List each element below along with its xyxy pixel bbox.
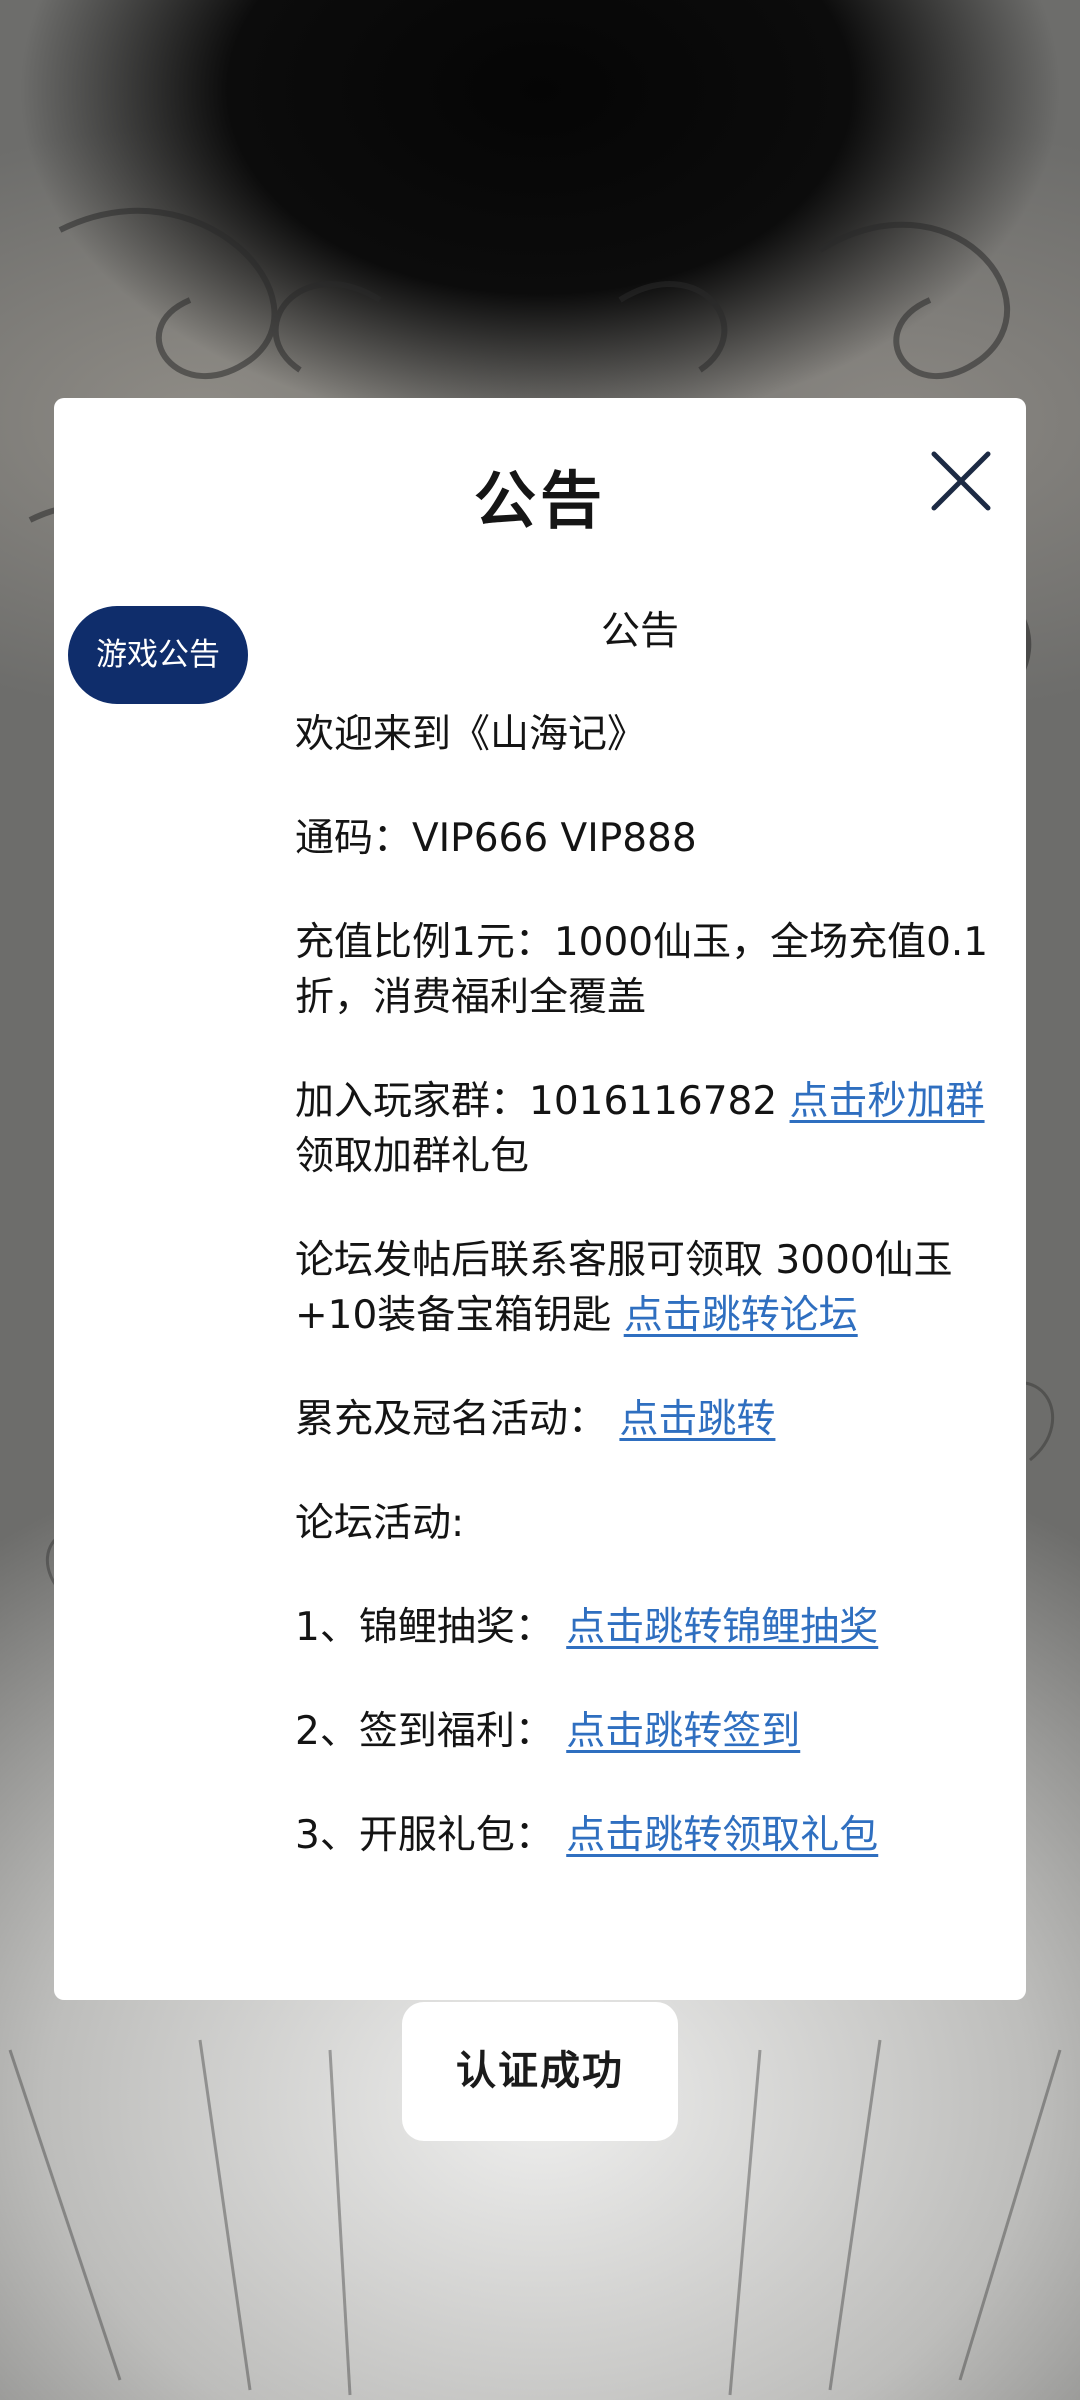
group-suffix: 领取加群礼包 — [295, 1134, 530, 1179]
close-button[interactable] — [928, 448, 994, 514]
announcement-content: 公告 欢迎来到《山海记》 通码：VIP666 VIP888 充值比例1元：100… — [295, 604, 995, 1912]
list-item: 3、开服礼包： 点击跳转领取礼包 — [295, 1808, 995, 1863]
item1-text: 1、锦鲤抽奖： — [295, 1605, 567, 1650]
toast-verification-success: 认证成功 — [402, 2002, 678, 2141]
content-heading: 公告 — [600, 609, 679, 654]
close-icon — [931, 451, 991, 511]
item3-text: 3、开服礼包： — [295, 1813, 567, 1858]
item2-text: 2、签到福利： — [295, 1709, 567, 1754]
event-link[interactable]: 点击跳转 — [619, 1397, 775, 1442]
signin-link[interactable]: 点击跳转签到 — [566, 1709, 800, 1754]
codes-line: 通码：VIP666 VIP888 — [295, 816, 697, 861]
tab-game-announcement[interactable]: 游戏公告 — [68, 606, 248, 704]
welcome-line: 欢迎来到《山海记》 — [295, 712, 647, 757]
gift-pack-link[interactable]: 点击跳转领取礼包 — [566, 1813, 878, 1858]
forum-line: 论坛发帖后联系客服可领取 3000仙玉+10装备宝箱钥匙 点击跳转论坛 — [295, 1233, 995, 1343]
recharge-line: 充值比例1元：1000仙玉，全场充值0.1折，消费福利全覆盖 — [295, 920, 989, 1020]
event-text: 累充及冠名活动： — [295, 1397, 620, 1442]
event-line: 累充及冠名活动： 点击跳转 — [295, 1392, 995, 1447]
join-group-link[interactable]: 点击秒加群 — [790, 1079, 985, 1124]
group-line: 加入玩家群：1016116782 点击秒加群 领取加群礼包 — [295, 1074, 995, 1184]
list-item: 1、锦鲤抽奖： 点击跳转锦鲤抽奖 — [295, 1600, 995, 1655]
lottery-link[interactable]: 点击跳转锦鲤抽奖 — [566, 1605, 878, 1650]
list-item: 2、签到福利： 点击跳转签到 — [295, 1704, 995, 1759]
announcement-dialog: 公告 游戏公告 公告 欢迎来到《山海记》 通码：VIP666 VIP888 充值… — [54, 398, 1026, 2000]
group-text: 加入玩家群：1016116782 — [295, 1079, 790, 1124]
forum-events-label: 论坛活动: — [295, 1501, 465, 1546]
dialog-title: 公告 — [473, 464, 606, 537]
forum-link[interactable]: 点击跳转论坛 — [624, 1293, 858, 1338]
